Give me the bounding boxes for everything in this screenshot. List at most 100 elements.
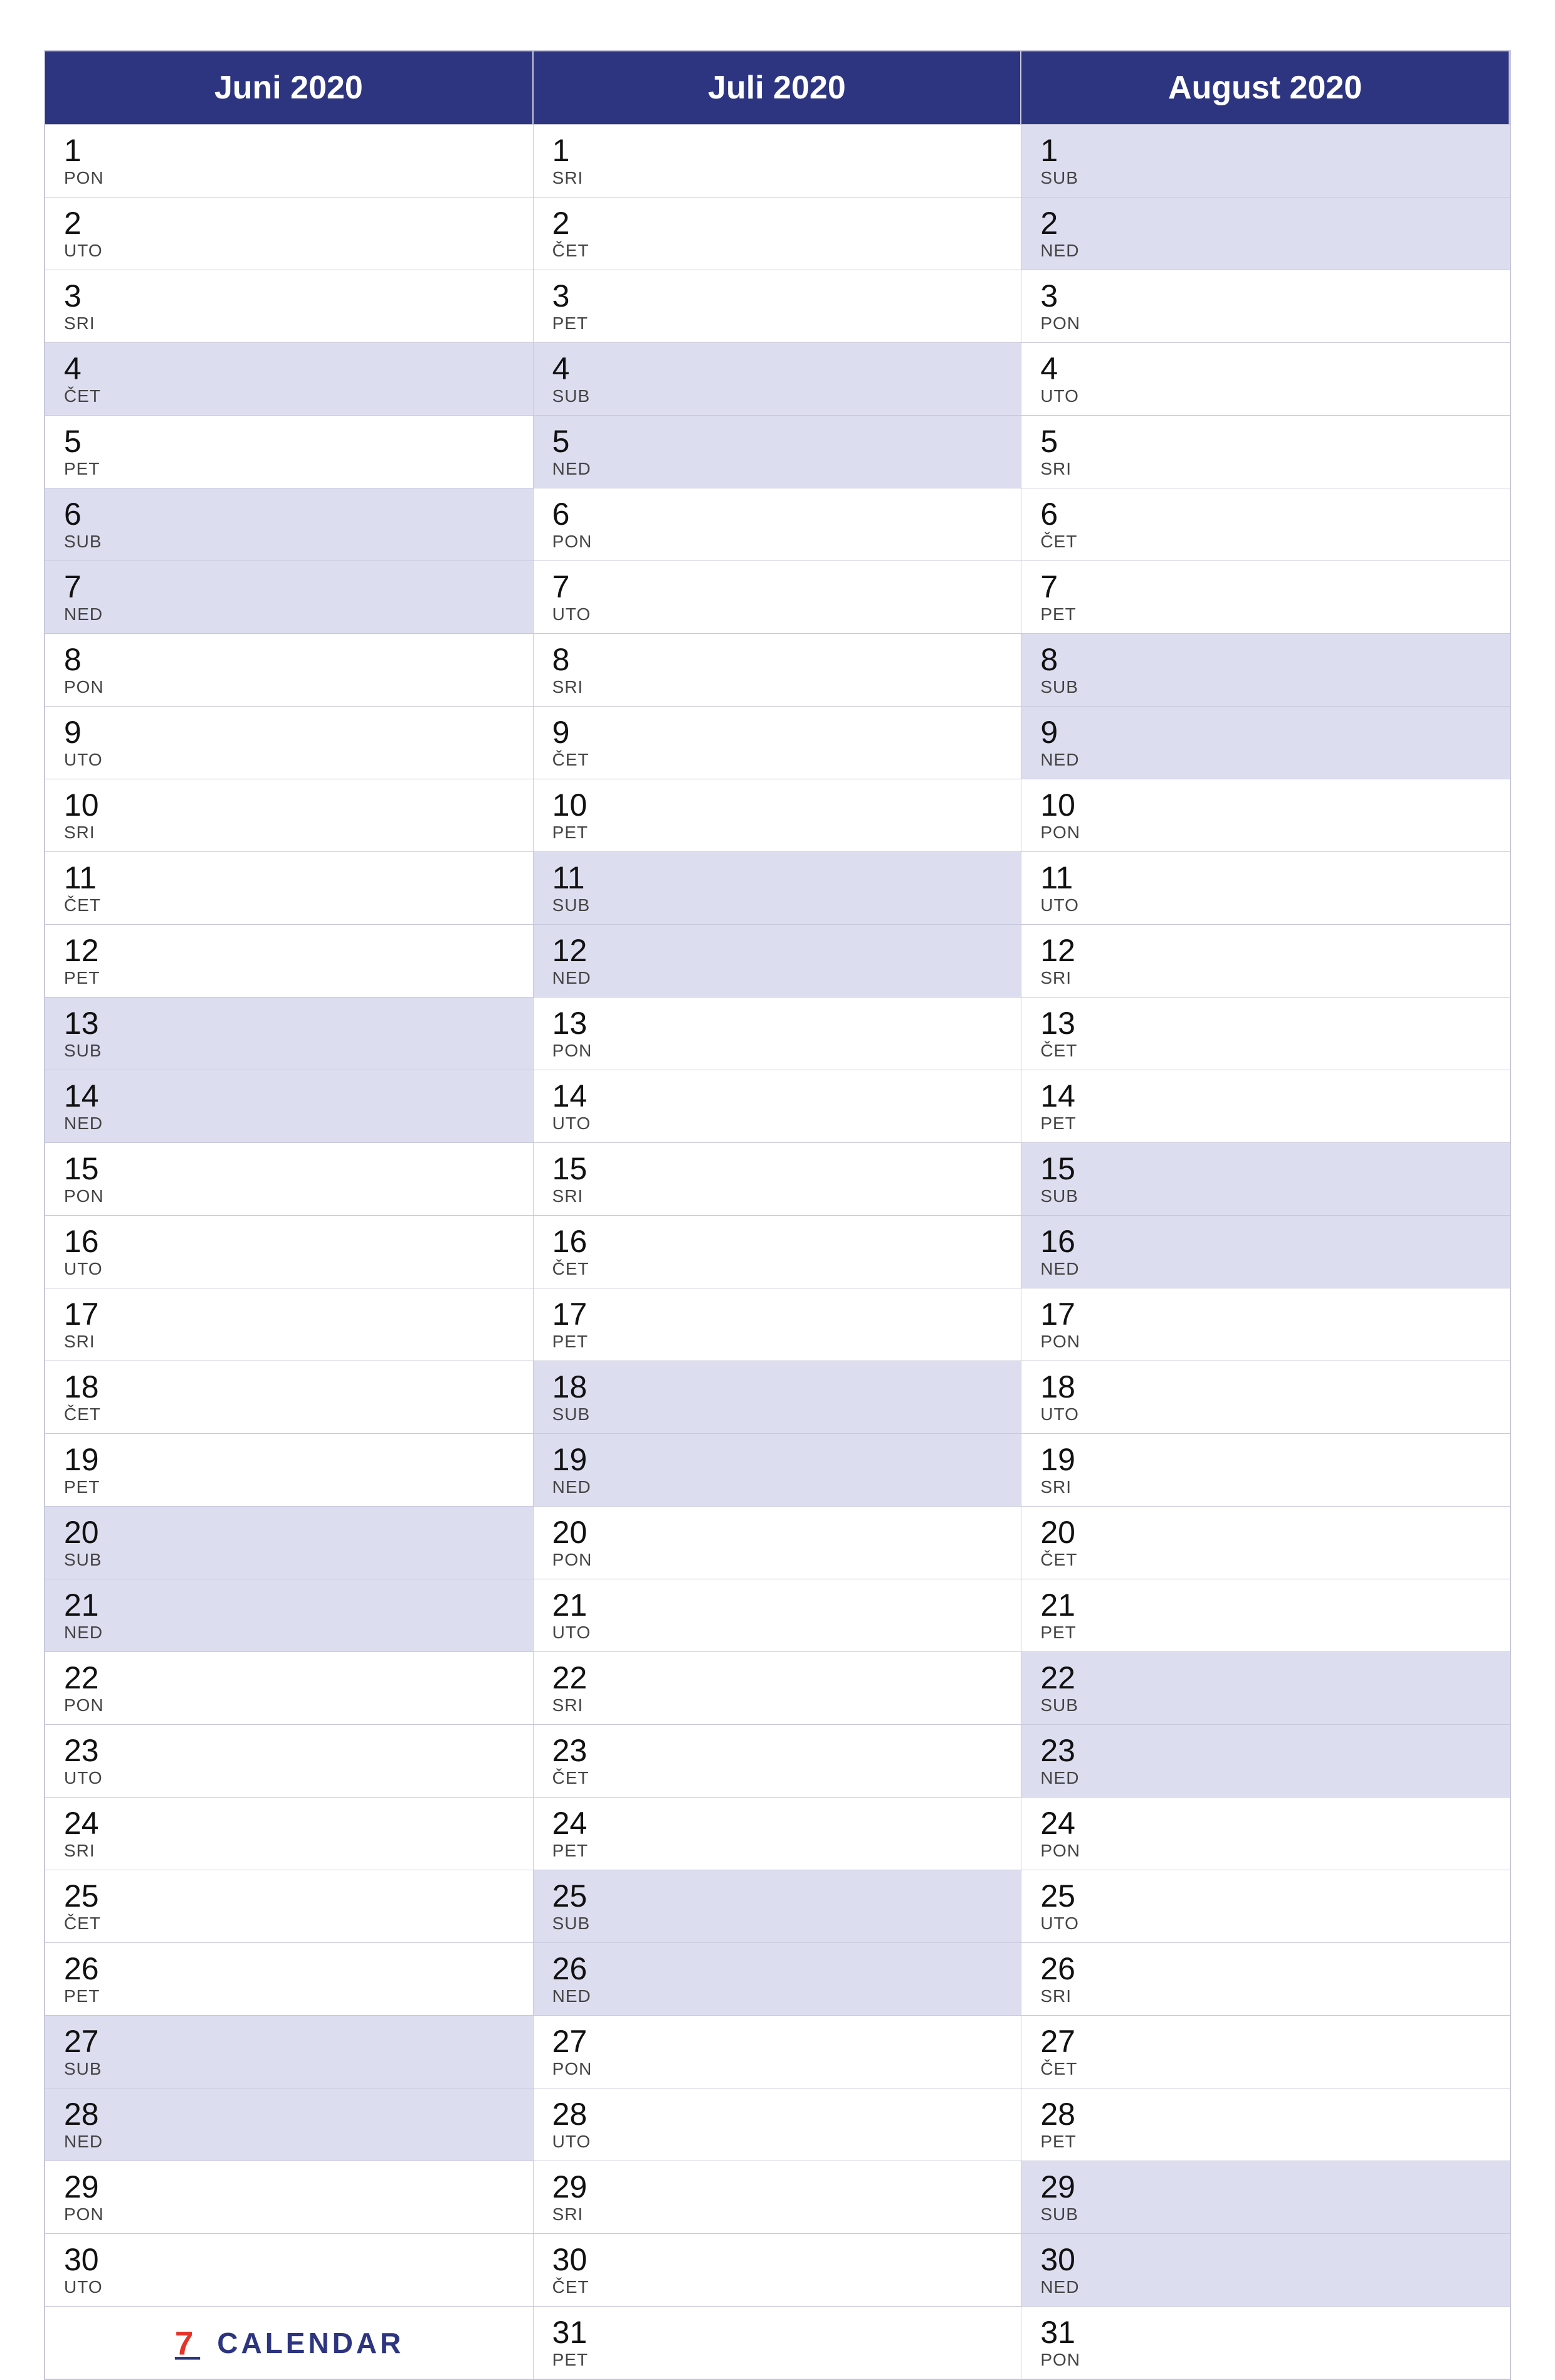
day-number: 3 bbox=[1040, 279, 1497, 313]
day-cell: 20PON bbox=[534, 1506, 1022, 1579]
day-name: UTO bbox=[64, 241, 520, 261]
calendar-container: Juni 2020Juli 2020August 20201PON1SRI1SU… bbox=[44, 50, 1511, 2380]
day-cell: 23NED bbox=[1021, 1724, 1510, 1797]
day-cell: 31PON bbox=[1021, 2306, 1510, 2379]
day-cell: 21UTO bbox=[534, 1579, 1022, 1651]
day-name: NED bbox=[64, 604, 520, 624]
month-header-1: Juli 2020 bbox=[534, 51, 1022, 124]
day-number: 19 bbox=[552, 1443, 1009, 1477]
day-cell: 2UTO bbox=[45, 197, 534, 270]
day-cell: 23UTO bbox=[45, 1724, 534, 1797]
day-name: PON bbox=[64, 168, 520, 188]
day-cell: 14UTO bbox=[534, 1070, 1022, 1142]
day-number: 30 bbox=[552, 2243, 1009, 2277]
day-cell: 4SUB bbox=[534, 342, 1022, 415]
day-name: PET bbox=[552, 823, 1009, 843]
day-name: UTO bbox=[552, 2132, 1009, 2152]
day-number: 7 bbox=[552, 570, 1009, 604]
day-name: PET bbox=[64, 1986, 520, 2006]
day-name: PET bbox=[64, 1477, 520, 1497]
day-number: 2 bbox=[1040, 206, 1497, 241]
day-number: 21 bbox=[552, 1588, 1009, 1623]
day-number: 25 bbox=[552, 1879, 1009, 1914]
day-name: ČET bbox=[64, 895, 520, 915]
day-number: 24 bbox=[64, 1806, 520, 1841]
day-cell: 24PON bbox=[1021, 1797, 1510, 1870]
day-name: PON bbox=[1040, 313, 1497, 334]
day-cell: 31PET bbox=[534, 2306, 1022, 2379]
day-number: 9 bbox=[552, 715, 1009, 750]
day-cell: 9ČET bbox=[534, 706, 1022, 779]
day-cell: 14PET bbox=[1021, 1070, 1510, 1142]
day-name: UTO bbox=[552, 604, 1009, 624]
day-number: 25 bbox=[1040, 1879, 1497, 1914]
day-number: 3 bbox=[552, 279, 1009, 313]
day-name: SUB bbox=[64, 2059, 520, 2079]
day-name: SUB bbox=[64, 1550, 520, 1570]
day-name: UTO bbox=[64, 2277, 520, 2297]
footer-brand-inline: CALENDAR bbox=[217, 2326, 404, 2360]
day-number: 12 bbox=[64, 934, 520, 968]
day-number: 16 bbox=[1040, 1224, 1497, 1259]
day-cell: 25SUB bbox=[534, 1870, 1022, 1942]
day-number: 18 bbox=[64, 1370, 520, 1404]
day-cell: 8SUB bbox=[1021, 633, 1510, 706]
day-number: 25 bbox=[64, 1879, 520, 1914]
svg-text:7: 7 bbox=[175, 2325, 194, 2362]
day-cell: 18ČET bbox=[45, 1361, 534, 1433]
day-cell: 4ČET bbox=[45, 342, 534, 415]
day-number: 1 bbox=[64, 134, 520, 168]
day-cell: 11ČET bbox=[45, 851, 534, 924]
day-cell: 18UTO bbox=[1021, 1361, 1510, 1433]
day-cell: 6ČET bbox=[1021, 488, 1510, 561]
day-name: NED bbox=[1040, 1768, 1497, 1788]
day-name: NED bbox=[552, 1477, 1009, 1497]
day-name: ČET bbox=[1040, 1550, 1497, 1570]
day-cell: 22SRI bbox=[534, 1651, 1022, 1724]
day-number: 15 bbox=[552, 1152, 1009, 1186]
day-cell: 13PON bbox=[534, 997, 1022, 1070]
day-name: SRI bbox=[552, 677, 1009, 697]
day-number: 23 bbox=[552, 1734, 1009, 1768]
day-cell: 9NED bbox=[1021, 706, 1510, 779]
day-name: UTO bbox=[64, 1259, 520, 1279]
day-cell: 30UTO bbox=[45, 2233, 534, 2306]
day-name: PET bbox=[552, 1841, 1009, 1861]
day-number: 4 bbox=[552, 352, 1009, 386]
day-name: SUB bbox=[1040, 2204, 1497, 2225]
day-name: PET bbox=[64, 968, 520, 988]
day-cell: 9UTO bbox=[45, 706, 534, 779]
day-number: 7 bbox=[1040, 570, 1497, 604]
day-number: 12 bbox=[552, 934, 1009, 968]
day-number: 20 bbox=[552, 1515, 1009, 1550]
day-name: PET bbox=[1040, 2132, 1497, 2152]
day-name: SRI bbox=[1040, 968, 1497, 988]
day-cell: 15SUB bbox=[1021, 1142, 1510, 1215]
day-name: ČET bbox=[64, 1914, 520, 1934]
day-cell: 12SRI bbox=[1021, 924, 1510, 997]
day-cell: 26NED bbox=[534, 1942, 1022, 2015]
day-number: 23 bbox=[64, 1734, 520, 1768]
day-number: 23 bbox=[1040, 1734, 1497, 1768]
day-cell: 16ČET bbox=[534, 1215, 1022, 1288]
day-cell: 5PET bbox=[45, 415, 534, 488]
day-name: SUB bbox=[552, 386, 1009, 406]
day-number: 13 bbox=[1040, 1006, 1497, 1041]
footer-logo-icon: 7 bbox=[174, 2324, 208, 2362]
day-cell: 28UTO bbox=[534, 2088, 1022, 2161]
day-cell: 16NED bbox=[1021, 1215, 1510, 1288]
day-number: 24 bbox=[552, 1806, 1009, 1841]
day-number: 28 bbox=[64, 2097, 520, 2132]
day-name: PON bbox=[552, 2059, 1009, 2079]
day-cell: 27ČET bbox=[1021, 2015, 1510, 2088]
day-number: 19 bbox=[64, 1443, 520, 1477]
day-name: SUB bbox=[1040, 168, 1497, 188]
day-name: SUB bbox=[552, 895, 1009, 915]
day-cell: 2ČET bbox=[534, 197, 1022, 270]
day-number: 15 bbox=[1040, 1152, 1497, 1186]
day-cell: 19SRI bbox=[1021, 1433, 1510, 1506]
day-cell: 15SRI bbox=[534, 1142, 1022, 1215]
day-number: 18 bbox=[1040, 1370, 1497, 1404]
day-number: 9 bbox=[1040, 715, 1497, 750]
day-name: ČET bbox=[1040, 532, 1497, 552]
